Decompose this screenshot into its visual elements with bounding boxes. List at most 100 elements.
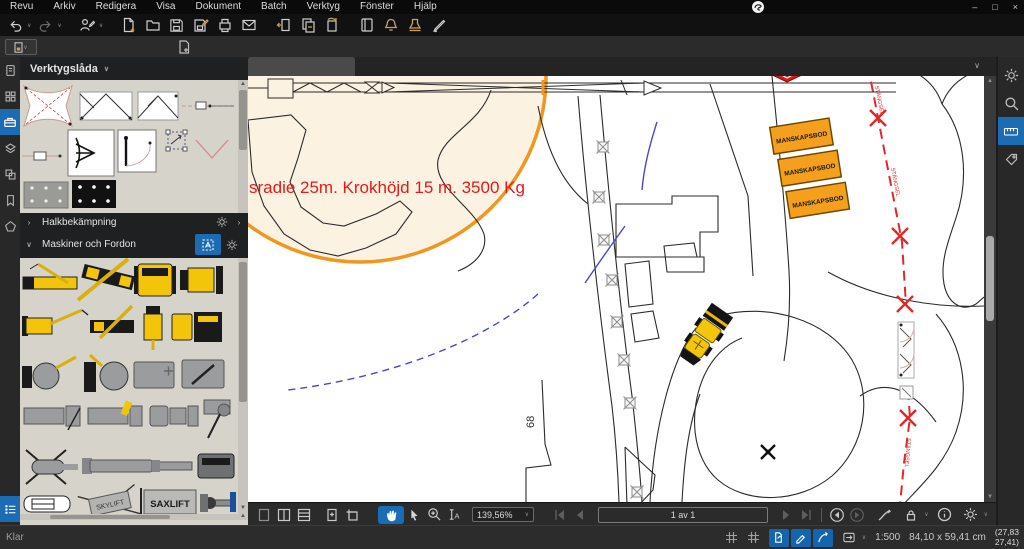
scrollbar-thumb[interactable] [986, 236, 994, 321]
thumbnails-tab[interactable] [0, 83, 20, 109]
new-tab-button[interactable] [174, 38, 193, 56]
undo-expand-chevron[interactable]: ∨ [27, 22, 31, 29]
undo-button[interactable] [6, 16, 25, 34]
tool-machine-icon[interactable] [198, 454, 234, 478]
snap-to-markup-toggle[interactable] [791, 529, 811, 547]
tab-list-chevron[interactable]: ∨ [974, 61, 980, 70]
save-button[interactable] [167, 16, 186, 34]
tool-machine-icon[interactable] [182, 360, 224, 388]
tool-machine-icon[interactable] [88, 400, 142, 426]
measurements-tab[interactable] [998, 117, 1024, 145]
tool-machine-icon[interactable] [134, 362, 174, 388]
manskapsbod-markups[interactable]: MANSKAPSBOD MANSKAPSBOD MANSKAPSBOD [770, 117, 850, 219]
shapes-tab[interactable] [0, 213, 20, 239]
rotate-pages-button[interactable] [322, 16, 341, 34]
layers-tab[interactable] [0, 135, 20, 161]
tool-panel-hscrollbar[interactable] [20, 514, 238, 520]
menu-redigera[interactable]: Redigera [86, 0, 147, 14]
snap-to-content-toggle[interactable] [769, 529, 789, 547]
sync-views-button[interactable] [842, 531, 856, 544]
select-text-button[interactable]: A [444, 506, 464, 524]
menu-fonster[interactable]: Fönster [350, 0, 404, 14]
tool-machine-icon[interactable] [24, 496, 70, 512]
markup-list-toggle[interactable] [0, 496, 20, 522]
profile-expand-chevron[interactable]: ∨ [99, 22, 103, 29]
tool-machine-icon[interactable] [82, 458, 152, 474]
next-view-button[interactable] [847, 506, 867, 524]
tool-panel-scrollbar[interactable]: ▲ [238, 80, 248, 213]
split-vertical-button[interactable] [274, 506, 294, 524]
document-panel-button[interactable] [357, 16, 376, 34]
tool-machine-icon[interactable] [150, 406, 198, 426]
tool-symbol[interactable] [182, 102, 234, 109]
drawing-mode-toggle[interactable] [195, 234, 221, 255]
single-page-view-button[interactable] [254, 506, 274, 524]
tool-machine-icon[interactable] [180, 266, 223, 294]
tool-machine-icon[interactable] [144, 306, 162, 350]
close-button[interactable]: × [1013, 0, 1018, 14]
section-maskiner-och-fordon[interactable]: ∨ Maskiner och Fordon [20, 231, 248, 258]
tool-symbol[interactable] [24, 182, 68, 208]
pan-tool-button[interactable] [378, 506, 404, 524]
menu-verktyg[interactable]: Verktyg [297, 0, 350, 14]
markup-profile-button[interactable] [78, 16, 97, 34]
print-button[interactable] [215, 16, 234, 34]
snap-to-grid-toggle[interactable] [747, 531, 760, 544]
tool-machine-icon[interactable] [23, 264, 77, 289]
canvas-vertical-scrollbar[interactable]: ▲ ▼ [984, 76, 996, 502]
section-gear-icon[interactable] [216, 216, 228, 228]
tool-symbol[interactable] [68, 130, 114, 176]
redo-button[interactable] [36, 16, 55, 34]
zoom-tool-button[interactable] [424, 506, 444, 524]
lock-chevron-icon[interactable]: ∨ [924, 511, 928, 518]
document-state-dropdown[interactable]: ∨ [5, 39, 37, 55]
tool-machine-icon[interactable] [84, 355, 128, 392]
tool-machine-icon[interactable] [24, 406, 80, 430]
insert-pages-button[interactable] [274, 16, 293, 34]
tool-symbol[interactable] [72, 180, 116, 208]
menu-arkiv[interactable]: Arkiv [43, 0, 85, 14]
new-document-button[interactable] [119, 16, 138, 34]
grid-toggle[interactable] [725, 531, 738, 544]
menu-visa[interactable]: Visa [146, 0, 185, 14]
last-page-button[interactable] [796, 506, 816, 524]
tool-machine-icon[interactable]: SAXLIFT [141, 488, 196, 516]
scale-value[interactable]: 1:500 [875, 532, 900, 543]
tool-machine-icon[interactable] [90, 306, 134, 338]
spaces-tab[interactable] [0, 161, 20, 187]
links-tag-tab[interactable] [998, 145, 1024, 173]
crane-annotation-text[interactable]: sradie 25m. Krokhöjd 15 m. 3500 Kg [249, 178, 525, 197]
crop-page-button[interactable] [342, 506, 362, 524]
zoom-level-dropdown[interactable]: 139,56% ∨ [472, 507, 534, 522]
flag-pen-button[interactable] [875, 506, 895, 524]
menu-dokument[interactable]: Dokument [185, 0, 251, 14]
file-access-tab[interactable] [0, 57, 20, 83]
restore-button[interactable]: □ [992, 0, 997, 14]
first-page-button[interactable] [550, 506, 570, 524]
tool-symbol[interactable] [118, 130, 156, 172]
info-button[interactable] [935, 506, 955, 524]
tool-symbol[interactable] [166, 130, 187, 151]
open-folder-button[interactable] [143, 16, 162, 34]
tool-chest-header[interactable]: Verktygslåda ∨ [20, 57, 248, 80]
tool-symbol[interactable] [22, 152, 62, 160]
reuse-markup-toggle[interactable] [813, 529, 833, 547]
stamp-button[interactable] [405, 16, 424, 34]
tool-machine-icon[interactable] [22, 357, 76, 389]
document-tab[interactable] [248, 57, 355, 76]
tool-machine-icon[interactable] [204, 400, 230, 438]
drawing-canvas[interactable]: STÄNGSEL STÄNGSEL STÄNGSEL M [248, 76, 984, 502]
crane-radius-circle[interactable] [248, 76, 546, 262]
tool-symbol[interactable] [80, 92, 132, 120]
next-page-button[interactable] [776, 506, 796, 524]
settings-gear-button[interactable] [998, 61, 1024, 89]
tool-symbol[interactable] [138, 92, 178, 120]
lock-button[interactable] [901, 506, 921, 524]
tool-machine-icon[interactable] [78, 259, 135, 300]
sync-chevron-icon[interactable]: ∨ [862, 534, 866, 541]
tool-machine-icon[interactable] [152, 460, 192, 472]
tool-chest-tab[interactable] [0, 109, 20, 135]
page-indicator[interactable]: 1 av 1 [598, 507, 768, 523]
menu-batch[interactable]: Batch [251, 0, 297, 14]
email-button[interactable] [239, 16, 258, 34]
